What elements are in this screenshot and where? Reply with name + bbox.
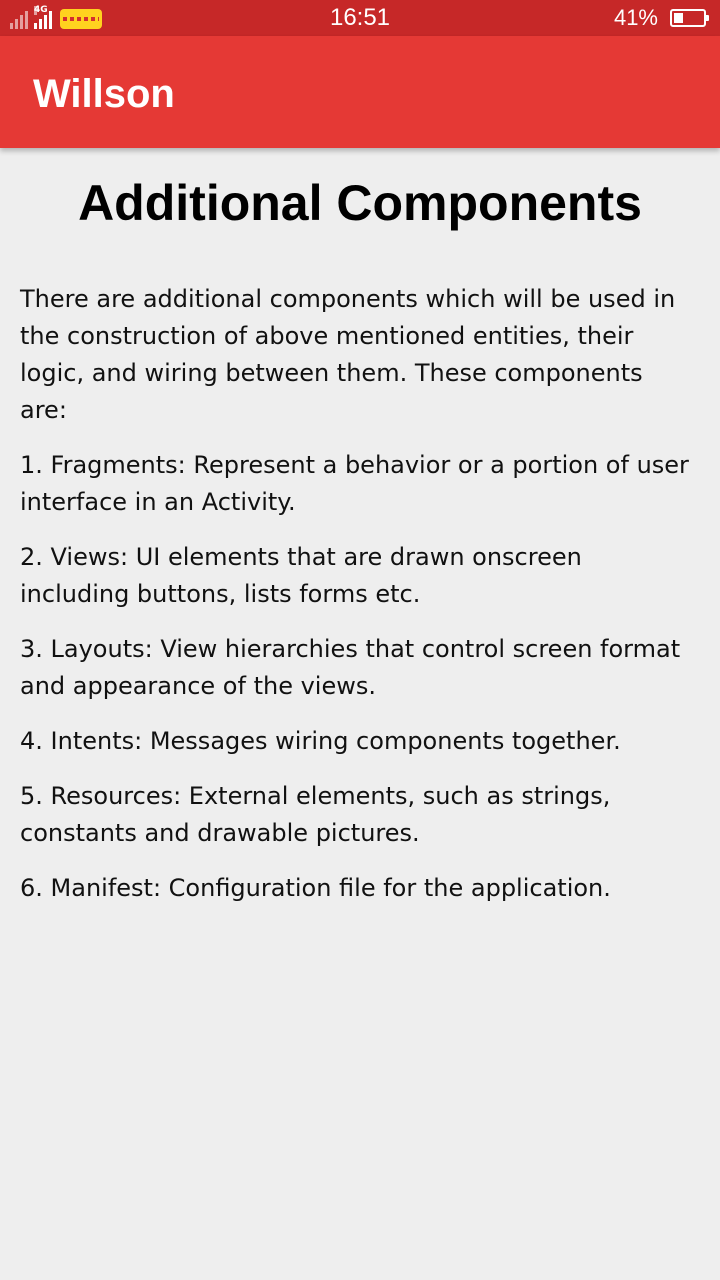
list-item-intents: 4. Intents: Messages wiring components t… <box>20 727 621 755</box>
app-bar: Willson <box>0 36 720 148</box>
body-text: There are additional components which wi… <box>20 281 690 907</box>
content-area: Additional Components There are addition… <box>0 148 720 925</box>
intro-paragraph: There are additional components which wi… <box>20 285 676 424</box>
status-bar: 4G 16:51 41% <box>0 0 720 36</box>
list-item-layouts: 3. Layouts: View hierarchies that contro… <box>20 635 681 700</box>
status-right-group: 41% <box>613 0 709 36</box>
status-time: 16:51 <box>329 4 391 31</box>
list-item-resources: 5. Resources: External elements, such as… <box>20 782 611 847</box>
battery-percent: 41% <box>613 5 658 30</box>
page-heading: Additional Components <box>78 175 642 231</box>
battery-icon <box>670 9 709 27</box>
list-item-manifest: 6. Manifest: Configuration file for the … <box>20 874 611 902</box>
app-title: Willson <box>33 72 175 116</box>
battery-level-fill <box>674 13 684 23</box>
list-item-fragments: 1. Fragments: Represent a behavior or a … <box>20 451 689 516</box>
list-item-views: 2. Views: UI elements that are drawn ons… <box>20 543 582 608</box>
